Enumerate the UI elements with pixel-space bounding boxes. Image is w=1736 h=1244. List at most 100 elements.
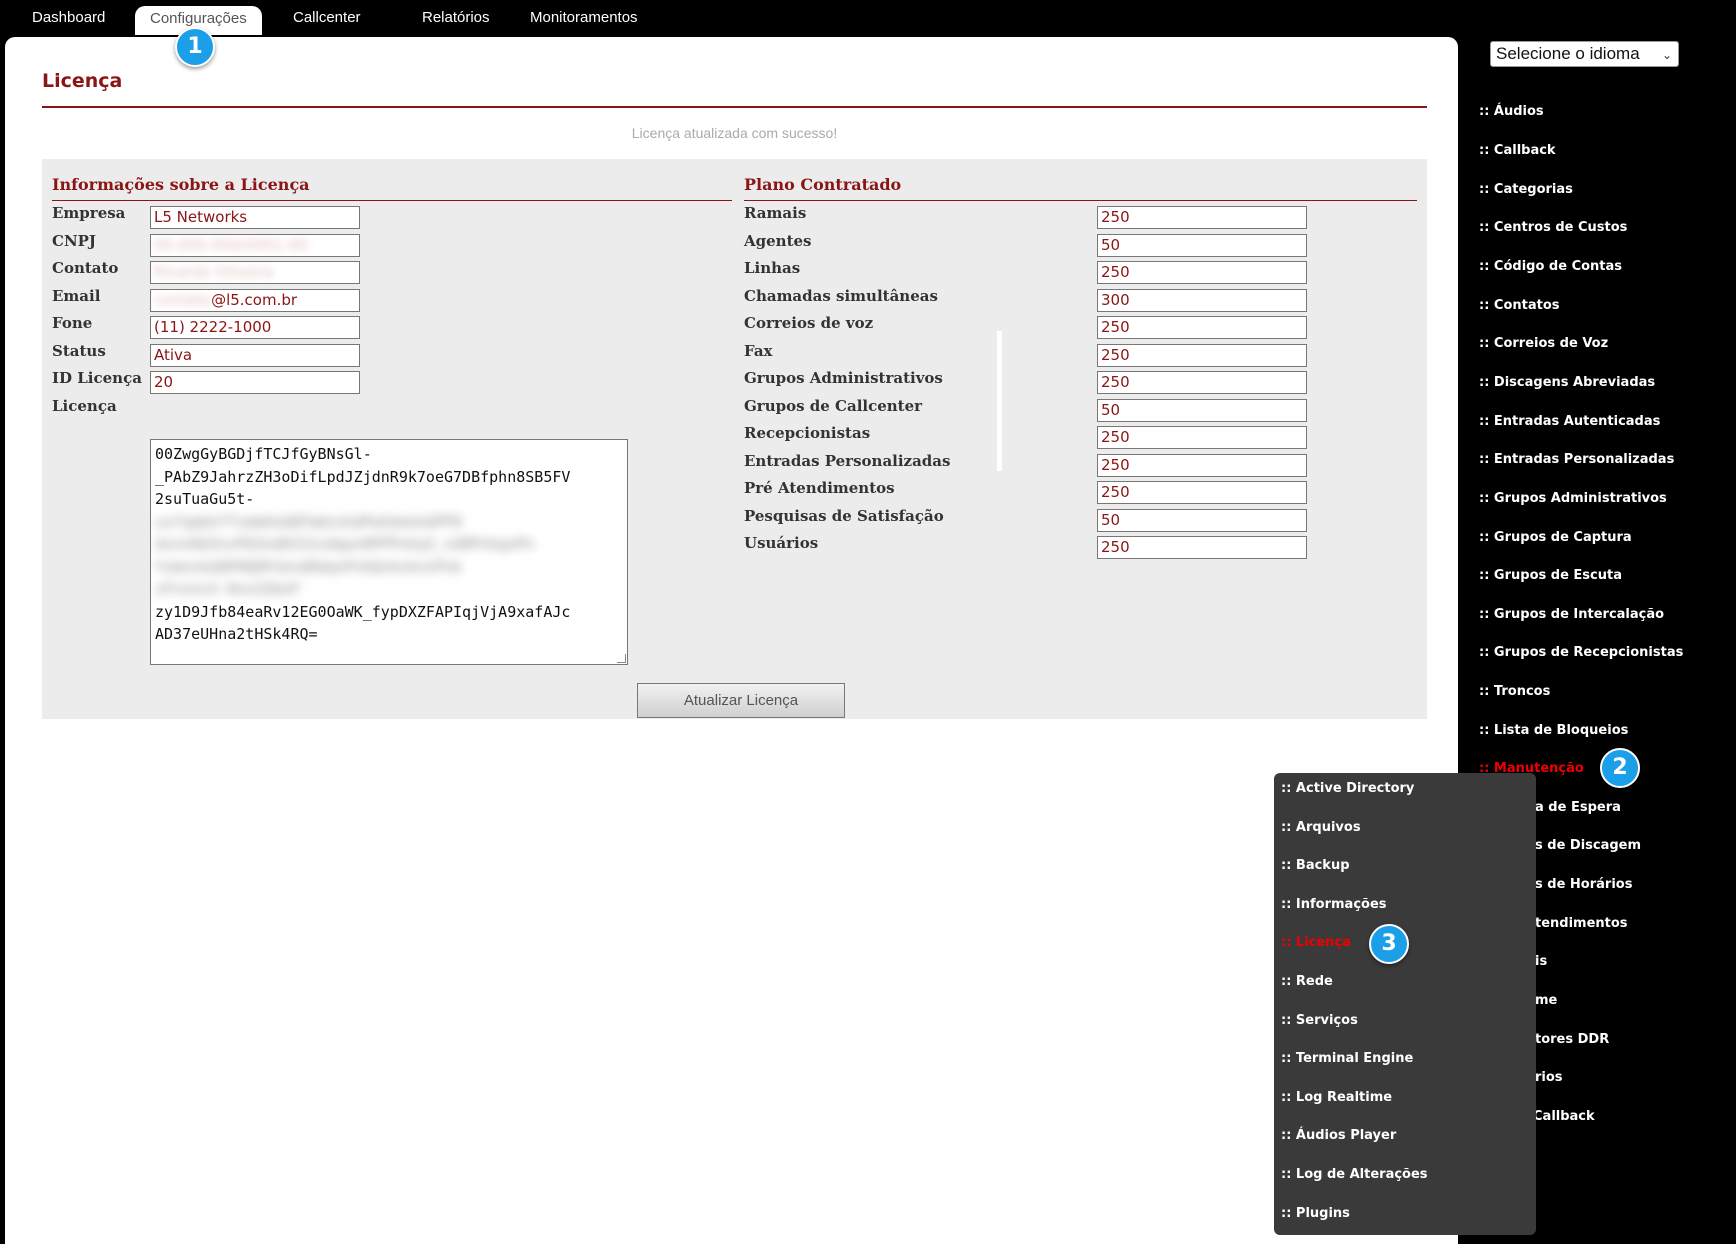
- menu-item-entradas-autenticadas[interactable]: :: Entradas Autenticadas: [1479, 414, 1660, 429]
- menu-item-callback[interactable]: :: Callback: [1479, 143, 1556, 158]
- menu-item-partial[interactable]: a de Espera: [1535, 800, 1621, 815]
- menu-item-contatos[interactable]: :: Contatos: [1479, 298, 1560, 313]
- top-nav: Dashboard Configurações Callcenter Relat…: [0, 0, 1460, 37]
- menu-item-lista-de-bloqueios[interactable]: :: Lista de Bloqueios: [1479, 723, 1628, 738]
- step-badge-3: 3: [1369, 924, 1409, 964]
- menu-item-codigo-de-contas[interactable]: :: Código de Contas: [1479, 259, 1622, 274]
- menu-item-partial[interactable]: me: [1535, 993, 1557, 1008]
- contato-field[interactable]: Ricardo Oliveira: [150, 261, 360, 284]
- license-line-blurred: zFnnnn3-0nnZZmnP: [155, 580, 300, 598]
- label-recepcionistas: Recepcionistas: [744, 424, 871, 442]
- submenu-item-arquivos[interactable]: :: Arquivos: [1281, 820, 1361, 835]
- linhas-field[interactable]: 250: [1097, 261, 1307, 284]
- empresa-field[interactable]: L5 Networks: [150, 206, 360, 229]
- menu-item-partial[interactable]: tores DDR: [1535, 1032, 1609, 1047]
- menu-item-partial[interactable]: is: [1535, 954, 1547, 969]
- submenu-item-rede[interactable]: :: Rede: [1281, 974, 1333, 989]
- pesquisas-de-satisfacao-field[interactable]: 50: [1097, 509, 1307, 532]
- maintenance-submenu: :: Active Directory :: Arquivos :: Backu…: [1274, 773, 1536, 1235]
- license-line: 2suTuaGu5t-: [155, 490, 255, 508]
- success-message: Licença atualizada com sucesso!: [631, 125, 838, 141]
- plan-divider: [744, 200, 1417, 201]
- submenu-item-terminal-engine[interactable]: :: Terminal Engine: [1281, 1051, 1413, 1066]
- license-info-title: Informações sobre a Licença: [52, 175, 310, 194]
- tab-relatorios[interactable]: Relatórios: [422, 9, 490, 26]
- ramais-field[interactable]: 250: [1097, 206, 1307, 229]
- label-email: Email: [52, 287, 101, 305]
- chamadas-simultaneas-field[interactable]: 300: [1097, 289, 1307, 312]
- entradas-personalizadas-field[interactable]: 250: [1097, 454, 1307, 477]
- tab-dashboard[interactable]: Dashboard: [32, 9, 105, 26]
- cnpj-field[interactable]: 00.000.000/0001-00: [150, 234, 360, 257]
- license-line: zy1D9Jfb84eaRv12EG0OaWK_fypDXZFAPIqjVjA9…: [155, 602, 571, 621]
- fax-field[interactable]: 250: [1097, 344, 1307, 367]
- label-cnpj: CNPJ: [52, 232, 97, 250]
- menu-item-partial[interactable]: s de Horários: [1535, 877, 1632, 892]
- tab-monitoramentos[interactable]: Monitoramentos: [530, 9, 638, 26]
- agentes-field[interactable]: 50: [1097, 234, 1307, 257]
- label-entradas-personalizadas: Entradas Personalizadas: [744, 452, 951, 470]
- label-contato: Contato: [52, 259, 119, 277]
- label-id-licenca: ID Licença: [52, 369, 142, 387]
- email-domain: @l5.com.br: [211, 291, 298, 309]
- submenu-item-plugins[interactable]: :: Plugins: [1281, 1206, 1350, 1221]
- update-license-button[interactable]: Atualizar Licença: [637, 683, 845, 718]
- label-grupos-administrativos: Grupos Administrativos: [744, 369, 943, 387]
- license-textarea[interactable]: 00ZwgGyBGDjfTCJfGyBNsGl- _PAbZ9JahrzZH3o…: [150, 439, 628, 665]
- label-pre-atendimentos: Pré Atendimentos: [744, 479, 895, 497]
- email-field[interactable]: contato@l5.com.br: [150, 289, 360, 312]
- grupos-administrativos-field[interactable]: 250: [1097, 371, 1307, 394]
- menu-item-audios[interactable]: :: Áudios: [1479, 104, 1544, 119]
- status-field[interactable]: Ativa: [150, 344, 360, 367]
- license-line-blurred: uxfqqkkfTxmmkkdQFmmnxkdPwhkmnkdPP0: [155, 512, 463, 531]
- menu-item-correios-de-voz[interactable]: :: Correios de Voz: [1479, 336, 1608, 351]
- license-panel: Informações sobre a Licença Empresa L5 N…: [42, 159, 1427, 719]
- menu-item-grupos-de-intercalacao[interactable]: :: Grupos de Intercalação: [1479, 607, 1664, 622]
- license-line: 00ZwgGyBGDjfTCJfGyBNsGl-: [155, 445, 372, 463]
- menu-item-partial[interactable]: s de Discagem: [1535, 838, 1641, 853]
- submenu-item-log-realtime[interactable]: :: Log Realtime: [1281, 1090, 1392, 1105]
- fone-field[interactable]: (11) 2222-1000: [150, 316, 360, 339]
- title-divider: [42, 106, 1427, 108]
- submenu-item-active-directory[interactable]: :: Active Directory: [1281, 781, 1414, 796]
- label-fone: Fone: [52, 314, 93, 332]
- tab-callcenter[interactable]: Callcenter: [293, 9, 361, 26]
- plan-title: Plano Contratado: [744, 175, 902, 194]
- menu-item-grupos-administrativos[interactable]: :: Grupos Administrativos: [1479, 491, 1667, 506]
- label-agentes: Agentes: [744, 232, 812, 250]
- menu-item-grupos-de-escuta[interactable]: :: Grupos de Escuta: [1479, 568, 1622, 583]
- recepcionistas-field[interactable]: 250: [1097, 426, 1307, 449]
- language-select-value: Selecione o idioma: [1496, 44, 1640, 63]
- submenu-item-licenca[interactable]: :: Licença: [1281, 935, 1351, 950]
- resize-handle[interactable]: [617, 654, 626, 663]
- submenu-item-informacoes[interactable]: :: Informações: [1281, 897, 1387, 912]
- label-linhas: Linhas: [744, 259, 801, 277]
- cnpj-value: 00.000.000/0001-00: [154, 236, 308, 254]
- menu-item-categorias[interactable]: :: Categorias: [1479, 182, 1573, 197]
- menu-item-troncos[interactable]: :: Troncos: [1479, 684, 1550, 699]
- label-licenca: Licença: [52, 397, 117, 415]
- menu-item-partial[interactable]: Callback: [1533, 1109, 1595, 1124]
- label-grupos-de-callcenter: Grupos de Callcenter: [744, 397, 923, 415]
- step-badge-1: 1: [175, 27, 215, 67]
- language-select[interactable]: Selecione o idioma ⌄: [1490, 41, 1679, 67]
- menu-item-discagens-abreviadas[interactable]: :: Discagens Abreviadas: [1479, 375, 1655, 390]
- pre-atendimentos-field[interactable]: 250: [1097, 481, 1307, 504]
- submenu-item-servicos[interactable]: :: Serviços: [1281, 1013, 1358, 1028]
- submenu-item-backup[interactable]: :: Backup: [1281, 858, 1350, 873]
- usuarios-field[interactable]: 250: [1097, 536, 1307, 559]
- menu-item-centros-de-custos[interactable]: :: Centros de Custos: [1479, 220, 1627, 235]
- correios-de-voz-field[interactable]: 250: [1097, 316, 1307, 339]
- submenu-item-audios-player[interactable]: :: Áudios Player: [1281, 1128, 1396, 1143]
- contato-value: Ricardo Oliveira: [154, 263, 274, 281]
- submenu-item-log-de-alteracoes[interactable]: :: Log de Alterações: [1281, 1167, 1428, 1182]
- label-status: Status: [52, 342, 106, 360]
- id-licenca-field[interactable]: 20: [150, 371, 360, 394]
- license-line: AD37eUHna2tHSk4RQ=: [155, 625, 318, 643]
- menu-item-partial[interactable]: tendimentos: [1535, 916, 1628, 931]
- menu-item-partial[interactable]: rios: [1535, 1070, 1563, 1085]
- menu-item-entradas-personalizadas[interactable]: :: Entradas Personalizadas: [1479, 452, 1674, 467]
- grupos-de-callcenter-field[interactable]: 50: [1097, 399, 1307, 422]
- menu-item-grupos-de-captura[interactable]: :: Grupos de Captura: [1479, 530, 1632, 545]
- menu-item-grupos-de-recepcionistas[interactable]: :: Grupos de Recepcionistas: [1479, 645, 1683, 660]
